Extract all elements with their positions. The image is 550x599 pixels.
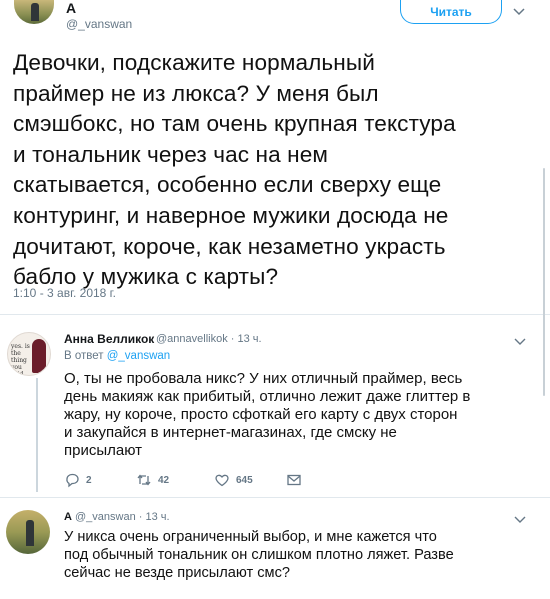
action-bar: 2 42 645 xyxy=(64,472,364,490)
retweet-count: 42 xyxy=(158,474,170,486)
tweet-line: дочитают, короче, как незаметно украсть xyxy=(13,233,446,259)
reply-avatar[interactable]: yes. is the thing you said xyxy=(7,332,51,376)
tweet-line: контуринг, и наверное мужики досюда не xyxy=(13,202,449,228)
author-avatar[interactable] xyxy=(14,0,54,24)
retweet-icon xyxy=(137,474,151,486)
heart-icon xyxy=(215,474,229,487)
reply-line: О, ты не пробовала никс? У них отличный … xyxy=(64,370,463,387)
message-action[interactable] xyxy=(286,472,302,488)
reply-meta-handle[interactable]: @_vanswan · 13 ч. xyxy=(72,511,170,523)
retweet-action[interactable]: 42 xyxy=(136,472,169,488)
like-action[interactable]: 645 xyxy=(214,472,253,488)
reply-author-name[interactable]: Анна Велликок xyxy=(64,332,154,346)
reply-line: У никса очень ограниченный выбор, и мне … xyxy=(64,529,437,545)
reply-line: день макияж как прибитый, отлично лежит … xyxy=(64,388,471,405)
tweet-line: скатывается, особенно если сверху еще xyxy=(13,172,442,198)
divider xyxy=(0,314,550,315)
reply-count: 2 xyxy=(86,474,92,486)
reply-line: жару, ну короче, просто сфоткай его карт… xyxy=(64,406,458,423)
tweet-line: Девочки, подскажите нормальный xyxy=(13,50,375,75)
reply-text: У никса очень ограниченный выбор, и мне … xyxy=(64,528,534,582)
reply-avatar[interactable] xyxy=(6,510,50,554)
reply-tweet: yes. is the thing you said Анна Велликок… xyxy=(0,320,550,495)
author-name[interactable]: A xyxy=(66,0,76,16)
reply-meta[interactable]: @annavellikok · 13 ч. xyxy=(156,333,262,345)
reply-prefix: В ответ xyxy=(64,350,107,362)
chevron-down-icon[interactable] xyxy=(512,6,526,18)
follow-button[interactable]: Читать xyxy=(400,0,502,24)
avatar-caption: yes. is the thing you said xyxy=(11,343,30,376)
main-tweet: A @_vanswan Читать Девочки, подскажите н… xyxy=(0,0,550,314)
tweet-text: Девочки, подскажите нормальный праймер н… xyxy=(13,48,528,293)
tweet-line: и тональник через час на нем xyxy=(13,141,329,167)
reply-text: О, ты не пробовала никс? У них отличный … xyxy=(64,370,534,460)
tweet-line: смэшбокс, но там очень крупная текстура xyxy=(13,111,456,137)
reply-line: сейчас не везде присылают смс? xyxy=(64,565,291,581)
envelope-icon xyxy=(287,474,301,486)
divider xyxy=(0,497,550,498)
chevron-down-icon[interactable] xyxy=(514,515,526,525)
tweet-line: праймер не из люкса? У меня был xyxy=(13,80,379,106)
reply-tweet: A @_vanswan · 13 ч. У никса очень ограни… xyxy=(0,500,550,599)
reply-author-name[interactable]: A xyxy=(64,511,72,523)
reply-icon xyxy=(66,473,79,488)
chevron-down-icon[interactable] xyxy=(514,337,526,347)
reply-line: под обычный тональник он слишком плотно … xyxy=(64,547,454,563)
author-handle[interactable]: @_vanswan xyxy=(66,17,132,31)
tweet-timestamp[interactable]: 1:10 - 3 авг. 2018 г. xyxy=(13,286,116,300)
reply-action[interactable]: 2 xyxy=(64,472,92,488)
reply-to-link[interactable]: @_vanswan xyxy=(107,350,170,362)
like-count: 645 xyxy=(236,474,253,486)
reply-meta: A @_vanswan · 13 ч. xyxy=(64,511,170,523)
reply-line: присылают xyxy=(64,442,143,459)
reply-line: и закупайся в интернет-магазинах, где см… xyxy=(64,424,397,441)
thread-line xyxy=(36,378,38,492)
reply-to-line: В ответ @_vanswan xyxy=(64,350,170,362)
